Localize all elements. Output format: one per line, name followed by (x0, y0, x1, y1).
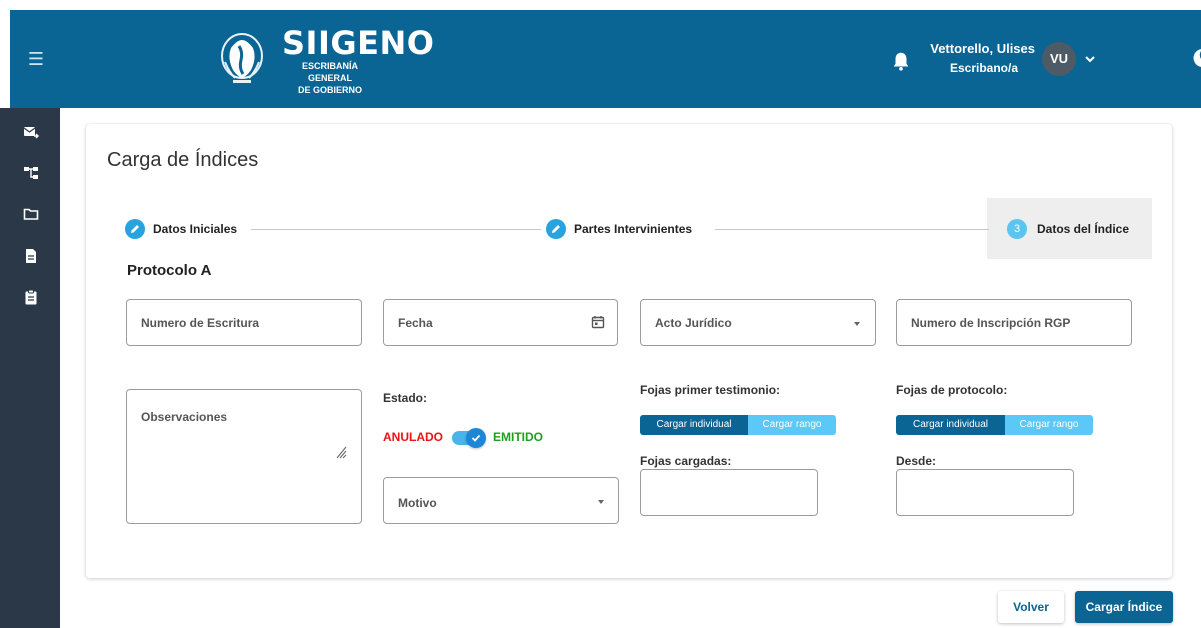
pencil-icon (546, 219, 566, 239)
mail-forward-icon[interactable] (23, 124, 39, 140)
moon-icon[interactable] (1190, 46, 1201, 68)
side-nav (0, 108, 60, 628)
step-label: Partes Intervinientes (574, 222, 693, 236)
dropdown-caret-icon (854, 322, 860, 326)
step-label: Datos del Índice (1037, 222, 1130, 236)
step-number: 3 (1007, 219, 1027, 239)
fojas-testimonio-label: Fojas primer testimonio: (640, 383, 781, 397)
page-title: Carga de Índices (107, 149, 259, 171)
testimonio-cargar-rango-button[interactable]: Cargar rango (748, 415, 836, 435)
field-label: Numero de Escritura (141, 316, 260, 330)
volver-button[interactable]: Volver (998, 591, 1064, 623)
estado-emitido-label: EMITIDO (493, 430, 543, 444)
field-label: Motivo (398, 496, 437, 510)
tree-icon[interactable] (23, 165, 39, 181)
user-name[interactable]: Vettorello, Ulises (915, 40, 1035, 58)
fojas-protocolo-label: Fojas de protocolo: (896, 383, 1008, 397)
protocolo-cargar-rango-button[interactable]: Cargar rango (1005, 415, 1093, 435)
form-card: Carga de Índices Datos Iniciales Partes … (86, 124, 1172, 578)
fojas-cargadas-field[interactable] (640, 469, 818, 516)
step-connector (715, 229, 989, 230)
clipboard-icon[interactable] (23, 289, 39, 305)
numero-inscripcion-field[interactable]: Numero de Inscripción RGP (896, 299, 1132, 346)
avatar[interactable]: VU (1042, 42, 1076, 76)
check-icon (466, 428, 486, 448)
desde-label: Desde: (896, 454, 937, 468)
testimonio-cargar-individual-button[interactable]: Cargar individual (640, 415, 748, 435)
bell-icon[interactable] (890, 50, 912, 72)
brand-subtitle-line1: ESCRIBANÍA GENERAL (301, 61, 358, 83)
menu-icon[interactable]: ☰ (24, 48, 48, 70)
motivo-select[interactable]: Motivo (383, 477, 619, 524)
estado-label: Estado: (383, 391, 428, 405)
calendar-icon[interactable] (591, 315, 605, 329)
logo-emblem (221, 33, 263, 83)
step-datos-del-indice[interactable]: 3 Datos del Índice (1007, 218, 1129, 240)
document-icon[interactable] (23, 248, 39, 264)
protocolo-cargar-individual-button[interactable]: Cargar individual (896, 415, 1005, 435)
user-role: Escribano/a (949, 61, 1018, 75)
top-bar: ☰ SIIGENO ESCRIBANÍA GENERAL DE GOBIERNO… (10, 10, 1201, 108)
section-title: Protocolo A (127, 262, 212, 279)
brand-subtitle-line2: DE GOBIERNO (297, 85, 362, 95)
brand: SIIGENO ESCRIBANÍA GENERAL DE GOBIERNO (282, 26, 434, 96)
folder-icon[interactable] (23, 206, 39, 222)
pencil-icon (125, 219, 145, 239)
step-partes-intervinientes[interactable]: Partes Intervinientes (546, 218, 692, 240)
fecha-field[interactable]: Fecha (383, 299, 618, 346)
numero-escritura-field[interactable]: Numero de Escritura (126, 299, 362, 346)
desde-field[interactable] (896, 469, 1074, 516)
field-label: Observaciones (141, 410, 228, 424)
brand-title: SIIGENO (282, 24, 435, 62)
fojas-cargadas-label: Fojas cargadas: (640, 454, 732, 468)
step-datos-iniciales[interactable]: Datos Iniciales (125, 218, 237, 240)
acto-juridico-select[interactable]: Acto Jurídico (640, 299, 876, 346)
estado-anulado-label: ANULADO (383, 430, 443, 444)
dropdown-caret-icon (598, 500, 604, 504)
resize-handle-icon[interactable] (335, 445, 347, 459)
observaciones-textarea[interactable]: Observaciones (126, 389, 362, 524)
step-label: Datos Iniciales (153, 222, 238, 236)
field-label: Acto Jurídico (655, 316, 732, 330)
cargar-indice-button[interactable]: Cargar Índice (1075, 591, 1173, 623)
step-connector (251, 229, 541, 230)
field-label: Fecha (398, 316, 433, 330)
field-label: Numero de Inscripción RGP (911, 316, 1071, 330)
chevron-down-icon[interactable] (1084, 49, 1098, 69)
estado-toggle[interactable] (452, 428, 486, 448)
